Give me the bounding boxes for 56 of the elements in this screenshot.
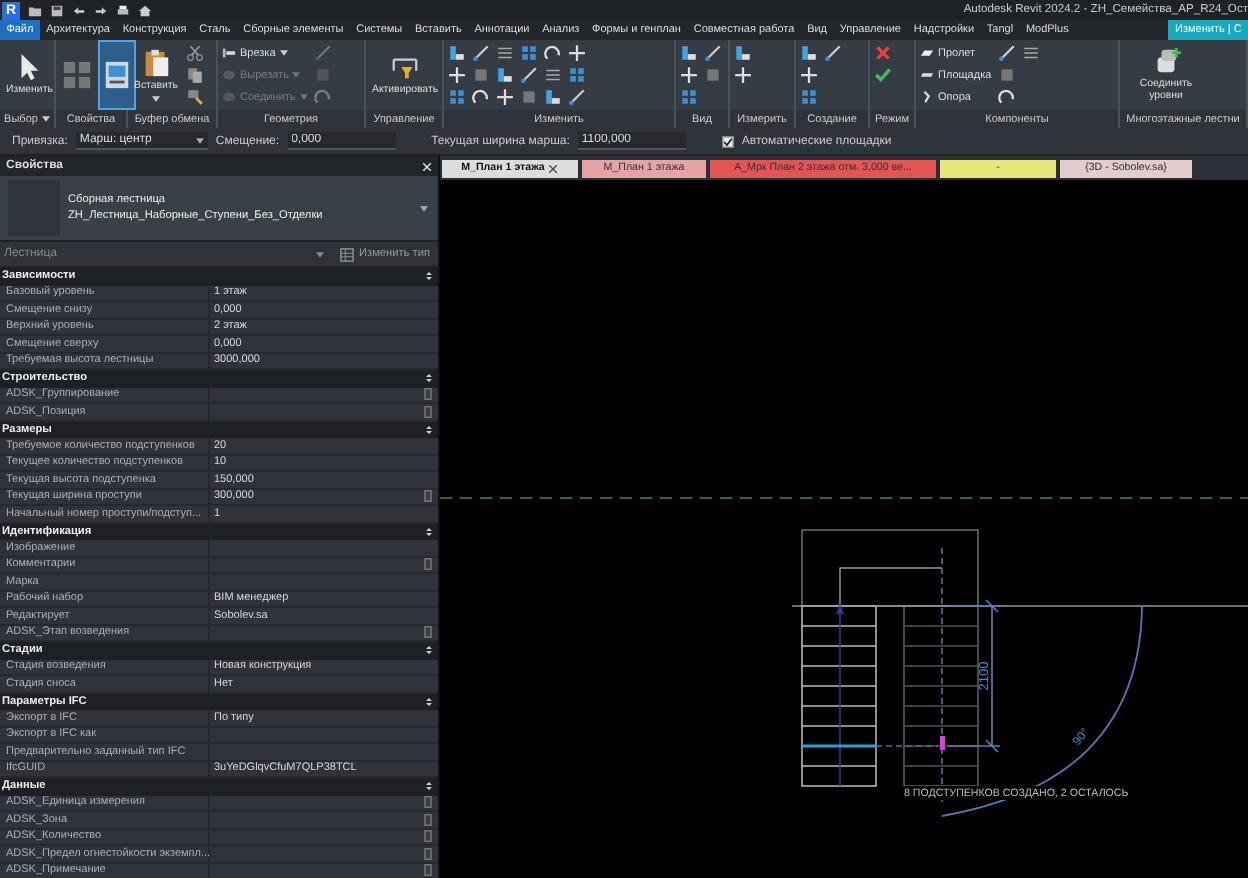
parameter-button[interactable] — [424, 626, 432, 639]
squares-icon — [62, 60, 92, 90]
caret-icon[interactable] — [420, 205, 428, 211]
clipboard-icon — [141, 47, 171, 78]
highlight-line — [802, 744, 876, 748]
home-icon[interactable] — [138, 3, 152, 17]
save-icon[interactable] — [50, 3, 64, 17]
stair-outline-drawing[interactable] — [801, 529, 979, 787]
tool-icon[interactable] — [544, 88, 562, 106]
ribbon-toggle[interactable] — [100, 42, 134, 108]
tool-icon[interactable] — [496, 66, 514, 84]
grid-icon — [340, 247, 355, 261]
landing-icon — [920, 68, 934, 82]
caret-icon[interactable] — [41, 116, 50, 122]
extension-line — [875, 745, 939, 747]
tool-icon[interactable] — [1021, 44, 1040, 62]
close-icon[interactable] — [548, 163, 559, 173]
collapse-icon — [426, 527, 432, 536]
tool-icon[interactable] — [800, 44, 818, 62]
support-icon — [920, 90, 934, 104]
check-icon[interactable] — [874, 66, 892, 84]
tool-icon[interactable] — [472, 44, 490, 62]
tool-icon[interactable] — [734, 44, 752, 62]
scissors-icon[interactable] — [186, 44, 204, 62]
tool-icon[interactable] — [997, 44, 1016, 62]
grip-handle[interactable] — [940, 736, 945, 750]
print-icon[interactable] — [116, 3, 130, 17]
collapse-icon — [426, 272, 432, 281]
tool-icon[interactable] — [520, 66, 538, 84]
pin-icon — [390, 52, 421, 83]
checkbox[interactable] — [721, 135, 734, 147]
window-icon — [102, 60, 132, 90]
caret-icon — [316, 251, 325, 257]
caret-icon — [195, 137, 204, 143]
tool-icon[interactable] — [680, 44, 698, 62]
collapse-icon — [426, 374, 432, 383]
collapse-icon — [426, 782, 432, 791]
tool-icon[interactable] — [568, 88, 586, 106]
collapse-icon — [426, 697, 432, 706]
slab-icon — [920, 46, 934, 60]
copy-icon[interactable] — [186, 66, 204, 84]
tool-icon[interactable] — [544, 66, 562, 84]
tool-icon[interactable] — [448, 44, 466, 62]
tool-icon[interactable] — [824, 44, 842, 62]
cancel-icon[interactable] — [874, 44, 892, 62]
parameter-button[interactable] — [424, 490, 432, 503]
tool-icon[interactable] — [704, 44, 722, 62]
collapse-icon — [426, 425, 432, 434]
dimension-line[interactable] — [947, 599, 1001, 753]
parameter-button[interactable] — [424, 558, 432, 571]
brush-icon[interactable] — [186, 88, 204, 106]
tool-icon[interactable] — [496, 44, 514, 62]
undo-icon[interactable] — [72, 3, 86, 17]
beam-icon — [222, 46, 236, 60]
collapse-icon — [426, 646, 432, 655]
redo-icon[interactable] — [94, 3, 108, 17]
